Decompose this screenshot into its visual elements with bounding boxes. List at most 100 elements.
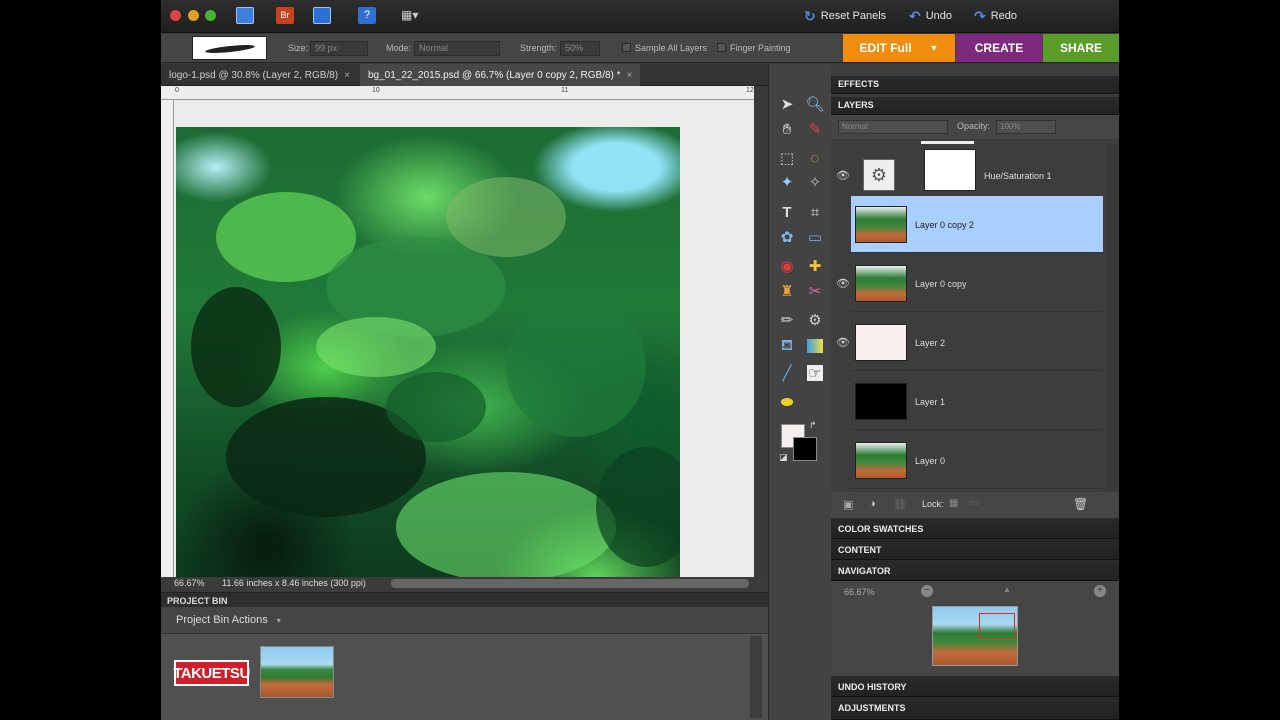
size-field[interactable]: 99 px [310, 41, 368, 56]
eyedropper-tool-icon[interactable]: ✎ [805, 119, 825, 139]
clone-stamp-tool-icon[interactable]: ♜ [777, 281, 797, 301]
layer-row-layer-1[interactable]: Layer 1 [851, 373, 1103, 430]
navigator-panel-header[interactable]: NAVIGATOR [831, 560, 1119, 581]
redo-button[interactable]: ↷ Redo [974, 8, 1017, 24]
layer-thumbnail [855, 324, 907, 361]
layers-scrollbar[interactable] [1106, 144, 1119, 492]
navigator-thumbnail[interactable] [932, 606, 1018, 666]
eye-icon[interactable]: 👁︎ [836, 336, 852, 350]
smart-brush-tool-icon[interactable]: ⚙ [805, 310, 825, 330]
layer-row-layer-0-copy[interactable]: 👁︎ Layer 0 copy [836, 255, 1103, 312]
zoom-slider[interactable]: ▲ [1003, 585, 1011, 594]
spot-healing-tool-icon[interactable]: ✚ [805, 256, 825, 276]
project-bin-item-background[interactable] [260, 646, 334, 698]
content-panel-header[interactable]: CONTENT [831, 539, 1119, 560]
link-icon[interactable]: ⛓ [893, 498, 907, 511]
background-color-swatch[interactable] [793, 437, 817, 461]
crop-tool-icon[interactable]: ⌗ [805, 202, 825, 222]
zoom-out-icon[interactable]: − [921, 585, 933, 597]
navigator-view-box[interactable] [979, 613, 1015, 639]
size-label: Size: [288, 43, 309, 53]
recompose-tool-icon[interactable]: ▭ [805, 227, 825, 247]
smudge-tool-icon[interactable]: ☞ [807, 365, 823, 382]
project-bin-actions-label: Project Bin Actions [176, 614, 268, 626]
create-button[interactable]: CREATE [956, 34, 1042, 62]
mode-label: Mode: [386, 43, 412, 53]
save-icon[interactable] [313, 7, 331, 24]
quick-selection-tool-icon[interactable]: ✧ [805, 172, 825, 192]
layers-panel-header[interactable]: LAYERS [831, 97, 1119, 115]
eye-icon[interactable]: 👁︎ [836, 277, 852, 291]
canvas-vertical-scrollbar[interactable] [754, 86, 768, 577]
edit-full-button[interactable]: EDIT Full ▼ [843, 34, 955, 62]
blend-mode-select[interactable]: Normal [838, 120, 948, 134]
marquee-tool-icon[interactable]: ⬚ [777, 148, 797, 168]
layer-row-layer-2[interactable]: 👁︎ Layer 2 [836, 314, 1103, 371]
close-icon[interactable]: × [344, 70, 350, 81]
layer-row-layer-0-copy-2[interactable]: Layer 0 copy 2 [851, 196, 1103, 253]
close-window-button[interactable] [170, 10, 181, 21]
paint-bucket-tool-icon[interactable]: ⛾ [777, 336, 797, 356]
close-icon[interactable]: × [627, 70, 633, 81]
shape-tool-icon[interactable]: ╱ [777, 363, 797, 383]
zoom-in-icon[interactable]: + [1094, 585, 1106, 597]
horizontal-scrollbar[interactable] [391, 579, 749, 588]
strength-field[interactable]: 50% [560, 41, 600, 56]
lock-all-icon[interactable]: ▭ [969, 498, 978, 509]
undo-history-panel-header[interactable]: UNDO HISTORY [831, 676, 1119, 697]
tab-bg[interactable]: bg_01_22_2015.psd @ 66.7% (Layer 0 copy … [360, 64, 641, 86]
color-swatches-panel-header[interactable]: COLOR SWATCHES [831, 518, 1119, 539]
lasso-tool-icon[interactable]: ◌ [805, 148, 825, 168]
help-icon[interactable]: ? [358, 7, 376, 24]
move-tool-icon[interactable]: ➤ [777, 94, 797, 114]
bridge-icon[interactable]: Br [276, 7, 294, 24]
type-tool-icon[interactable]: T [777, 202, 797, 222]
opacity-field[interactable]: 100% [996, 120, 1056, 134]
share-button[interactable]: SHARE [1043, 34, 1119, 62]
eye-icon[interactable] [836, 218, 852, 232]
gradient-tool-icon[interactable] [807, 339, 823, 353]
default-colors-icon[interactable]: ◪ [779, 452, 788, 463]
brush-preset-picker[interactable] [192, 36, 267, 60]
reset-panels-button[interactable]: ↻ Reset Panels [804, 8, 886, 24]
layers-list: 👁︎ ⚙ Hue/Saturation 1 Layer 0 copy 2 👁︎ … [831, 139, 1106, 492]
minimize-window-button[interactable] [188, 10, 199, 21]
project-bin-actions[interactable]: Project Bin Actions ▾ [161, 607, 768, 634]
red-eye-tool-icon[interactable]: ◉ [777, 256, 797, 276]
opacity-label: Opacity: [957, 121, 991, 131]
finger-painting-checkbox[interactable] [717, 43, 726, 52]
organizer-icon[interactable] [236, 7, 254, 24]
adjustments-panel-header[interactable]: ADJUSTMENTS [831, 697, 1119, 720]
magic-wand-tool-icon[interactable]: ✦ [777, 172, 797, 192]
layout-icon[interactable]: ▦▾ [401, 7, 425, 24]
project-bin-item-logo[interactable]: TAKUETSU [173, 660, 250, 686]
trash-icon[interactable]: 🗑︎ [1073, 497, 1088, 511]
new-layer-icon[interactable]: ▣ [843, 498, 853, 511]
tab-logo[interactable]: logo-1.psd @ 30.8% (Layer 2, RGB/8) × [161, 64, 358, 86]
project-bin-scrollbar[interactable] [750, 636, 762, 718]
chevron-down-icon: ▾ [276, 616, 281, 625]
maximize-window-button[interactable] [205, 10, 216, 21]
sponge-tool-icon[interactable]: ⬬ [777, 392, 797, 412]
mode-select[interactable]: Normal [414, 41, 500, 56]
zoom-tool-icon[interactable]: 🔍︎ [805, 94, 825, 114]
undo-button[interactable]: ↶ Undo [909, 8, 952, 24]
hand-tool-icon[interactable]: ✋︎ [777, 119, 797, 139]
document-canvas-image[interactable] [176, 127, 680, 577]
cookie-cutter-tool-icon[interactable]: ✿ [777, 227, 797, 247]
swap-colors-icon[interactable]: ↱ [809, 420, 817, 431]
layers-panel-footer: ▣ ◑ ⛓ Lock: ▦ ▭ 🗑︎ [831, 492, 1119, 518]
brush-tool-icon[interactable]: ✏ [777, 310, 797, 330]
zoom-level[interactable]: 66.67% [174, 578, 205, 588]
layer-name: Layer 0 copy 2 [915, 220, 975, 230]
eraser-tool-icon[interactable]: ✂ [805, 281, 825, 301]
layer-row-layer-0[interactable]: Layer 0 [851, 432, 1103, 489]
project-bin-header[interactable]: PROJECT BIN [161, 592, 768, 607]
sample-all-layers-checkbox[interactable] [622, 43, 631, 52]
photoshop-elements-window: Br ? ▦▾ ↻ Reset Panels ↶ Undo ↷ Redo Siz… [161, 0, 1119, 720]
effects-panel-header[interactable]: EFFECTS [831, 76, 1119, 94]
tab-bg-label: bg_01_22_2015.psd @ 66.7% (Layer 0 copy … [368, 70, 621, 81]
lock-pixels-icon[interactable]: ▦ [949, 498, 958, 509]
adjustment-layer-icon[interactable]: ◑ [869, 498, 876, 510]
eye-icon[interactable]: 👁︎ [836, 169, 852, 183]
